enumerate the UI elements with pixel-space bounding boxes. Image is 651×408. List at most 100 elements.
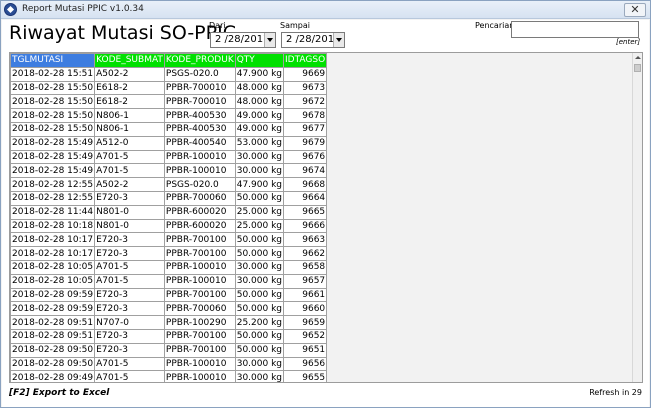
cell-idtagso[interactable]: 9651 [282,342,328,358]
cell-idtagso[interactable]: 9672 [282,94,328,110]
cell-qty[interactable]: 50.000 kg [234,342,285,358]
cell-tglmutasi[interactable]: 2018-02-28 15:49 [10,149,96,165]
cell-qty[interactable]: 30.000 kg [234,163,285,179]
cell-tglmutasi[interactable]: 2018-02-28 12:55 [10,190,96,206]
cell-tglmutasi[interactable]: 2018-02-28 09:50 [10,356,96,372]
cell-kode-produk[interactable]: PPBR-100010 [163,356,236,372]
table-row[interactable]: 2018-02-28 12:55 A502-2 PSGS-020.0 47.900 k… [10,177,328,192]
cell-idtagso[interactable]: 9663 [282,232,328,248]
cell-kode-produk[interactable]: PPBR-700060 [163,190,236,206]
cell-idtagso[interactable]: 9666 [282,218,328,234]
cell-tglmutasi[interactable]: 2018-02-28 15:50 [10,121,96,137]
cell-qty[interactable]: 50.000 kg [234,232,285,248]
table-row[interactable]: 2018-02-28 09:51 N707-0 PPBR-100290 25.200 … [10,315,328,330]
cell-tglmutasi[interactable]: 2018-02-28 09:59 [10,301,96,317]
close-button[interactable]: ✕ [624,3,646,17]
cell-kode-produk[interactable]: PPBR-400530 [163,121,236,137]
table-row[interactable]: 2018-02-28 09:50 E720-3 PPBR-700100 50.000 … [10,342,328,358]
cell-kode-submat[interactable]: A701-5 [94,259,165,275]
cell-kode-submat[interactable]: E720-3 [94,301,165,317]
table-row[interactable]: 2018-02-28 10:05 A701-5 PPBR-100010 30.000 … [10,259,328,275]
table-row[interactable]: 2018-02-28 10:18 N801-0 PPBR-600020 25.000 … [10,218,328,234]
table-row[interactable]: 2018-02-28 09:59 E720-3 PPBR-700100 50.000 … [10,287,328,303]
cell-idtagso[interactable]: 9677 [282,121,328,137]
cell-kode-produk[interactable]: PPBR-100290 [163,315,236,330]
scroll-up-arrow-icon[interactable] [633,53,642,63]
table-row[interactable]: 2018-02-28 12:55 E720-3 PPBR-700060 50.000 … [10,190,328,206]
sampai-date-picker[interactable]: 2 /28/2018 [281,32,345,48]
cell-tglmutasi[interactable]: 2018-02-28 09:59 [10,287,96,303]
cell-kode-submat[interactable]: A701-5 [94,163,165,179]
cell-tglmutasi[interactable]: 2018-02-28 15:50 [10,108,96,123]
cell-qty[interactable]: 48.000 kg [234,80,285,96]
cell-kode-submat[interactable]: E720-3 [94,328,165,344]
cell-kode-submat[interactable]: A701-5 [94,370,165,382]
cell-tglmutasi[interactable]: 2018-02-28 15:49 [10,135,96,151]
cell-tglmutasi[interactable]: 2018-02-28 10:18 [10,218,96,234]
column-header-qty[interactable]: QTY [234,53,285,68]
cell-idtagso[interactable]: 9669 [282,66,328,82]
cell-qty[interactable]: 30.000 kg [234,370,285,382]
cell-idtagso[interactable]: 9679 [282,135,328,151]
cell-kode-submat[interactable]: E720-3 [94,232,165,248]
cell-kode-submat[interactable]: N801-0 [94,218,165,234]
cell-kode-produk[interactable]: PSGS-020.0 [163,177,236,192]
table-row[interactable]: 2018-02-28 09:49 A701-5 PPBR-100010 30.000 … [10,370,328,382]
cell-kode-produk[interactable]: PPBR-600020 [163,218,236,234]
vertical-scrollbar[interactable] [632,53,642,382]
cell-idtagso[interactable]: 9674 [282,163,328,179]
scroll-thumb[interactable] [634,64,641,72]
cell-tglmutasi[interactable]: 2018-02-28 10:17 [10,246,96,261]
cell-kode-produk[interactable]: PPBR-100010 [163,273,236,289]
cell-kode-submat[interactable]: A701-5 [94,273,165,289]
cell-qty[interactable]: 47.900 kg [234,66,285,82]
table-row[interactable]: 2018-02-28 09:51 E720-3 PPBR-700100 50.000 … [10,328,328,344]
cell-qty[interactable]: 49.000 kg [234,108,285,123]
cell-kode-submat[interactable]: N806-1 [94,121,165,137]
cell-kode-submat[interactable]: N806-1 [94,108,165,123]
cell-idtagso[interactable]: 9655 [282,370,328,382]
cell-kode-submat[interactable]: E720-3 [94,190,165,206]
cell-qty[interactable]: 30.000 kg [234,273,285,289]
cell-kode-produk[interactable]: PPBR-400540 [163,135,236,151]
cell-qty[interactable]: 50.000 kg [234,190,285,206]
cell-kode-submat[interactable]: A701-5 [94,149,165,165]
table-row[interactable]: 2018-02-28 10:05 A701-5 PPBR-100010 30.000 … [10,273,328,289]
table-row[interactable]: 2018-02-28 09:50 A701-5 PPBR-100010 30.000 … [10,356,328,372]
cell-kode-submat[interactable]: A512-0 [94,135,165,151]
cell-qty[interactable]: 50.000 kg [234,246,285,261]
table-row[interactable]: 2018-02-28 15:49 A512-0 PPBR-400540 53.000 … [10,135,328,151]
cell-kode-produk[interactable]: PPBR-700010 [163,94,236,110]
cell-idtagso[interactable]: 9652 [282,328,328,344]
cell-kode-produk[interactable]: PPBR-400530 [163,108,236,123]
cell-idtagso[interactable]: 9656 [282,356,328,372]
cell-idtagso[interactable]: 9662 [282,246,328,261]
cell-kode-produk[interactable]: PPBR-100010 [163,370,236,382]
cell-kode-produk[interactable]: PSGS-020.0 [163,66,236,82]
cell-kode-submat[interactable]: E720-3 [94,287,165,303]
cell-kode-produk[interactable]: PPBR-700100 [163,232,236,248]
search-input[interactable] [511,21,639,38]
cell-kode-produk[interactable]: PPBR-100010 [163,259,236,275]
cell-kode-submat[interactable]: A502-2 [94,66,165,82]
cell-kode-produk[interactable]: PPBR-100010 [163,163,236,179]
data-grid[interactable]: TGLMUTASI KODE_SUBMAT KODE_PRODUK QTY ID… [9,52,643,383]
cell-tglmutasi[interactable]: 2018-02-28 10:17 [10,232,96,248]
cell-qty[interactable]: 47.900 kg [234,177,285,192]
cell-tglmutasi[interactable]: 2018-02-28 15:49 [10,163,96,179]
cell-kode-produk[interactable]: PPBR-100010 [163,149,236,165]
column-header-kode-submat[interactable]: KODE_SUBMAT [94,53,165,68]
cell-idtagso[interactable]: 9657 [282,273,328,289]
cell-idtagso[interactable]: 9659 [282,315,328,330]
cell-kode-submat[interactable]: E720-3 [94,246,165,261]
cell-kode-submat[interactable]: E618-2 [94,80,165,96]
cell-tglmutasi[interactable]: 2018-02-28 15:50 [10,94,96,110]
cell-tglmutasi[interactable]: 2018-02-28 09:49 [10,370,96,382]
cell-kode-submat[interactable]: N707-0 [94,315,165,330]
cell-kode-produk[interactable]: PPBR-700100 [163,246,236,261]
cell-idtagso[interactable]: 9668 [282,177,328,192]
cell-kode-produk[interactable]: PPBR-600020 [163,204,236,220]
cell-tglmutasi[interactable]: 2018-02-28 15:51 [10,66,96,82]
table-row[interactable]: 2018-02-28 15:50 E618-2 PPBR-700010 48.000 … [10,94,328,110]
cell-qty[interactable]: 49.000 kg [234,121,285,137]
